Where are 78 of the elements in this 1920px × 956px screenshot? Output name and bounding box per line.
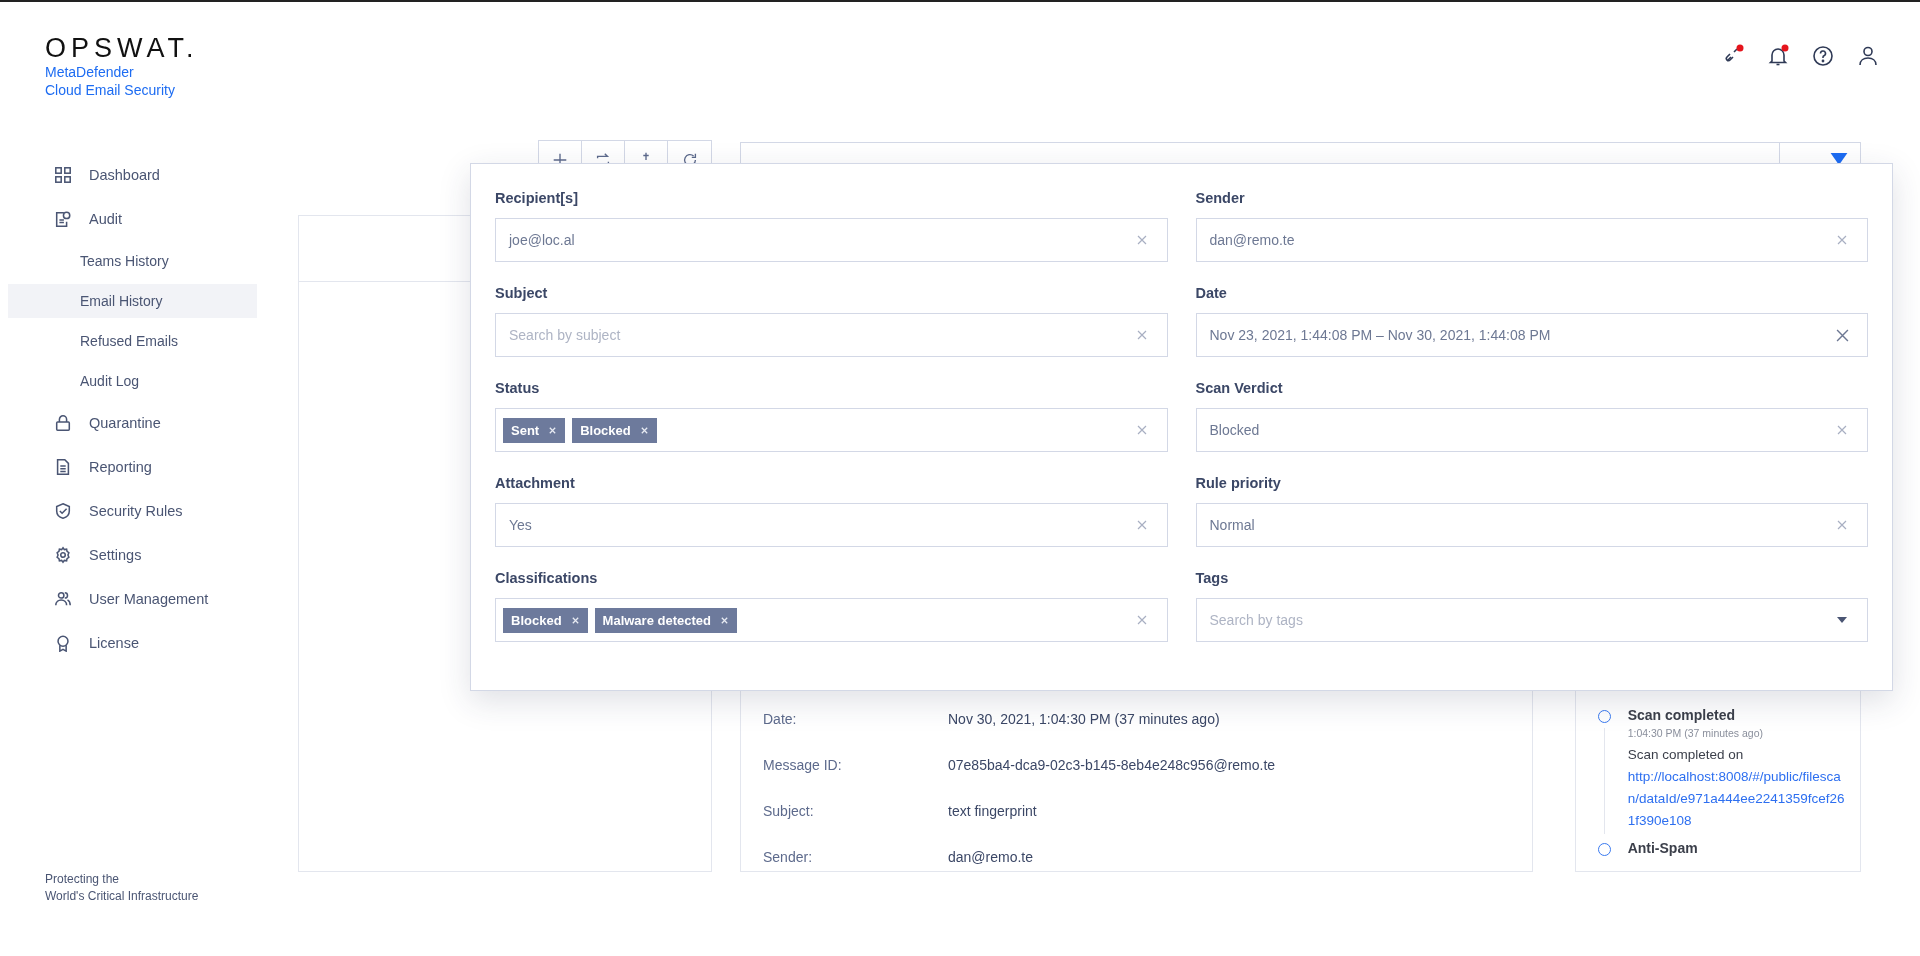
sidebar-subitem[interactable]: Refused Emails [8,324,257,358]
detail-value: dan@remo.te [948,849,1034,867]
detail-value: text fingerprint [948,803,1037,821]
clear-icon[interactable] [1136,330,1147,340]
field-label: Sender [1195,190,1246,206]
lock-icon [54,414,72,432]
input-field[interactable]: joe@loc.al [495,218,1168,262]
sidebar-item[interactable]: Settings [8,533,257,577]
tag-chip[interactable]: Sent [503,417,566,443]
event-time: 1:04:30 PM (37 minutes ago) [1627,727,1765,739]
field-label: Status [495,380,541,396]
sidebar-item[interactable]: Security Rules [8,489,257,533]
field-label: Attachment [495,475,576,491]
detail-label: Sender: [763,849,814,867]
sidebar-item[interactable]: Reporting [8,445,257,489]
ribbon-icon [54,634,72,652]
users-icon [54,590,72,608]
tag-chip[interactable]: Malware detected [594,607,737,633]
caret-icon [1830,153,1848,165]
field-label: Classifications [495,570,599,586]
event-title: Anti-Spam [1627,840,1699,856]
bell-icon[interactable] [1766,44,1790,68]
clear-icon[interactable] [1136,235,1147,245]
input-field[interactable]: Nov 23, 2021, 1:44:08 PM – Nov 30, 2021, 1:44:08 PM [1195,313,1868,357]
clear-icon[interactable] [1837,425,1847,435]
input-field[interactable]: Blocked [1195,408,1868,452]
clear-icon[interactable] [1836,328,1849,342]
field-label: Date [1195,285,1228,301]
tag-chip[interactable]: Blocked [572,417,657,443]
shield-check-icon [54,502,72,520]
tagline: World's Critical Infrastructure [45,888,200,905]
close-icon[interactable] [548,425,558,435]
tag-chip[interactable]: Blocked [503,607,588,633]
field-label: Rule priority [1195,475,1282,491]
sidebar-item[interactable]: Dashboard [8,153,257,197]
logo: OPSWAT. [45,33,200,63]
product-name: MetaDefender [45,63,135,81]
sidebar-subitem[interactable]: Email History [8,284,257,318]
help-icon[interactable] [1811,44,1835,68]
field-label: Recipient[s] [495,190,579,206]
input-field[interactable]: Yes [495,503,1168,547]
clear-icon[interactable] [1837,520,1847,530]
event-title: Scan completed [1627,707,1736,723]
grid-icon [54,166,72,184]
gear-icon [54,546,72,564]
clear-icon[interactable] [1136,615,1147,625]
event-text: Scan completed on [1627,746,1745,764]
close-icon[interactable] [719,615,729,625]
clear-icon[interactable] [1136,425,1147,435]
scan-link[interactable]: http://localhost:8008/#/public/filescan/dataId/e971a444ee2241359fcef261f390e108 [1627,766,1850,832]
field-label: Subject [495,285,549,301]
clear-icon[interactable] [1837,235,1847,245]
clear-icon[interactable] [1136,520,1147,530]
caret-icon[interactable] [1837,617,1847,623]
user-icon[interactable] [1856,44,1880,68]
product-name: Cloud Email Security [45,81,176,99]
detail-label: Date: [763,711,798,729]
field-label: Tags [1195,570,1230,586]
close-icon[interactable] [570,615,580,625]
tagline: Protecting the [45,871,121,888]
detail-label: Message ID: [763,757,843,775]
field-label: Scan Verdict [1195,380,1284,396]
detail-value: Nov 30, 2021, 1:04:30 PM (37 minutes ago) [948,711,1220,729]
detail-value: 07e85ba4-dca9-02c3-b145-8eb4e248c956@remo.te [948,757,1276,775]
document-icon [54,210,72,228]
sidebar-subitem[interactable]: Teams History [8,244,257,278]
sidebar-item[interactable]: Audit [8,197,257,241]
tag-input[interactable]: Blocked Malware detected [495,598,1168,642]
input-field[interactable]: dan@remo.te [1195,218,1868,262]
tag-input[interactable]: Sent Blocked [495,408,1168,452]
sidebar-item[interactable]: User Management [8,577,257,621]
close-icon[interactable] [639,425,649,435]
detail-label: Subject: [763,803,815,821]
input-field[interactable]: Normal [1195,503,1868,547]
sidebar-item[interactable]: License [8,621,257,665]
sidebar-subitem[interactable]: Audit Log [8,364,257,398]
sidebar-item[interactable]: Quarantine [8,401,257,445]
document-icon [54,458,72,476]
